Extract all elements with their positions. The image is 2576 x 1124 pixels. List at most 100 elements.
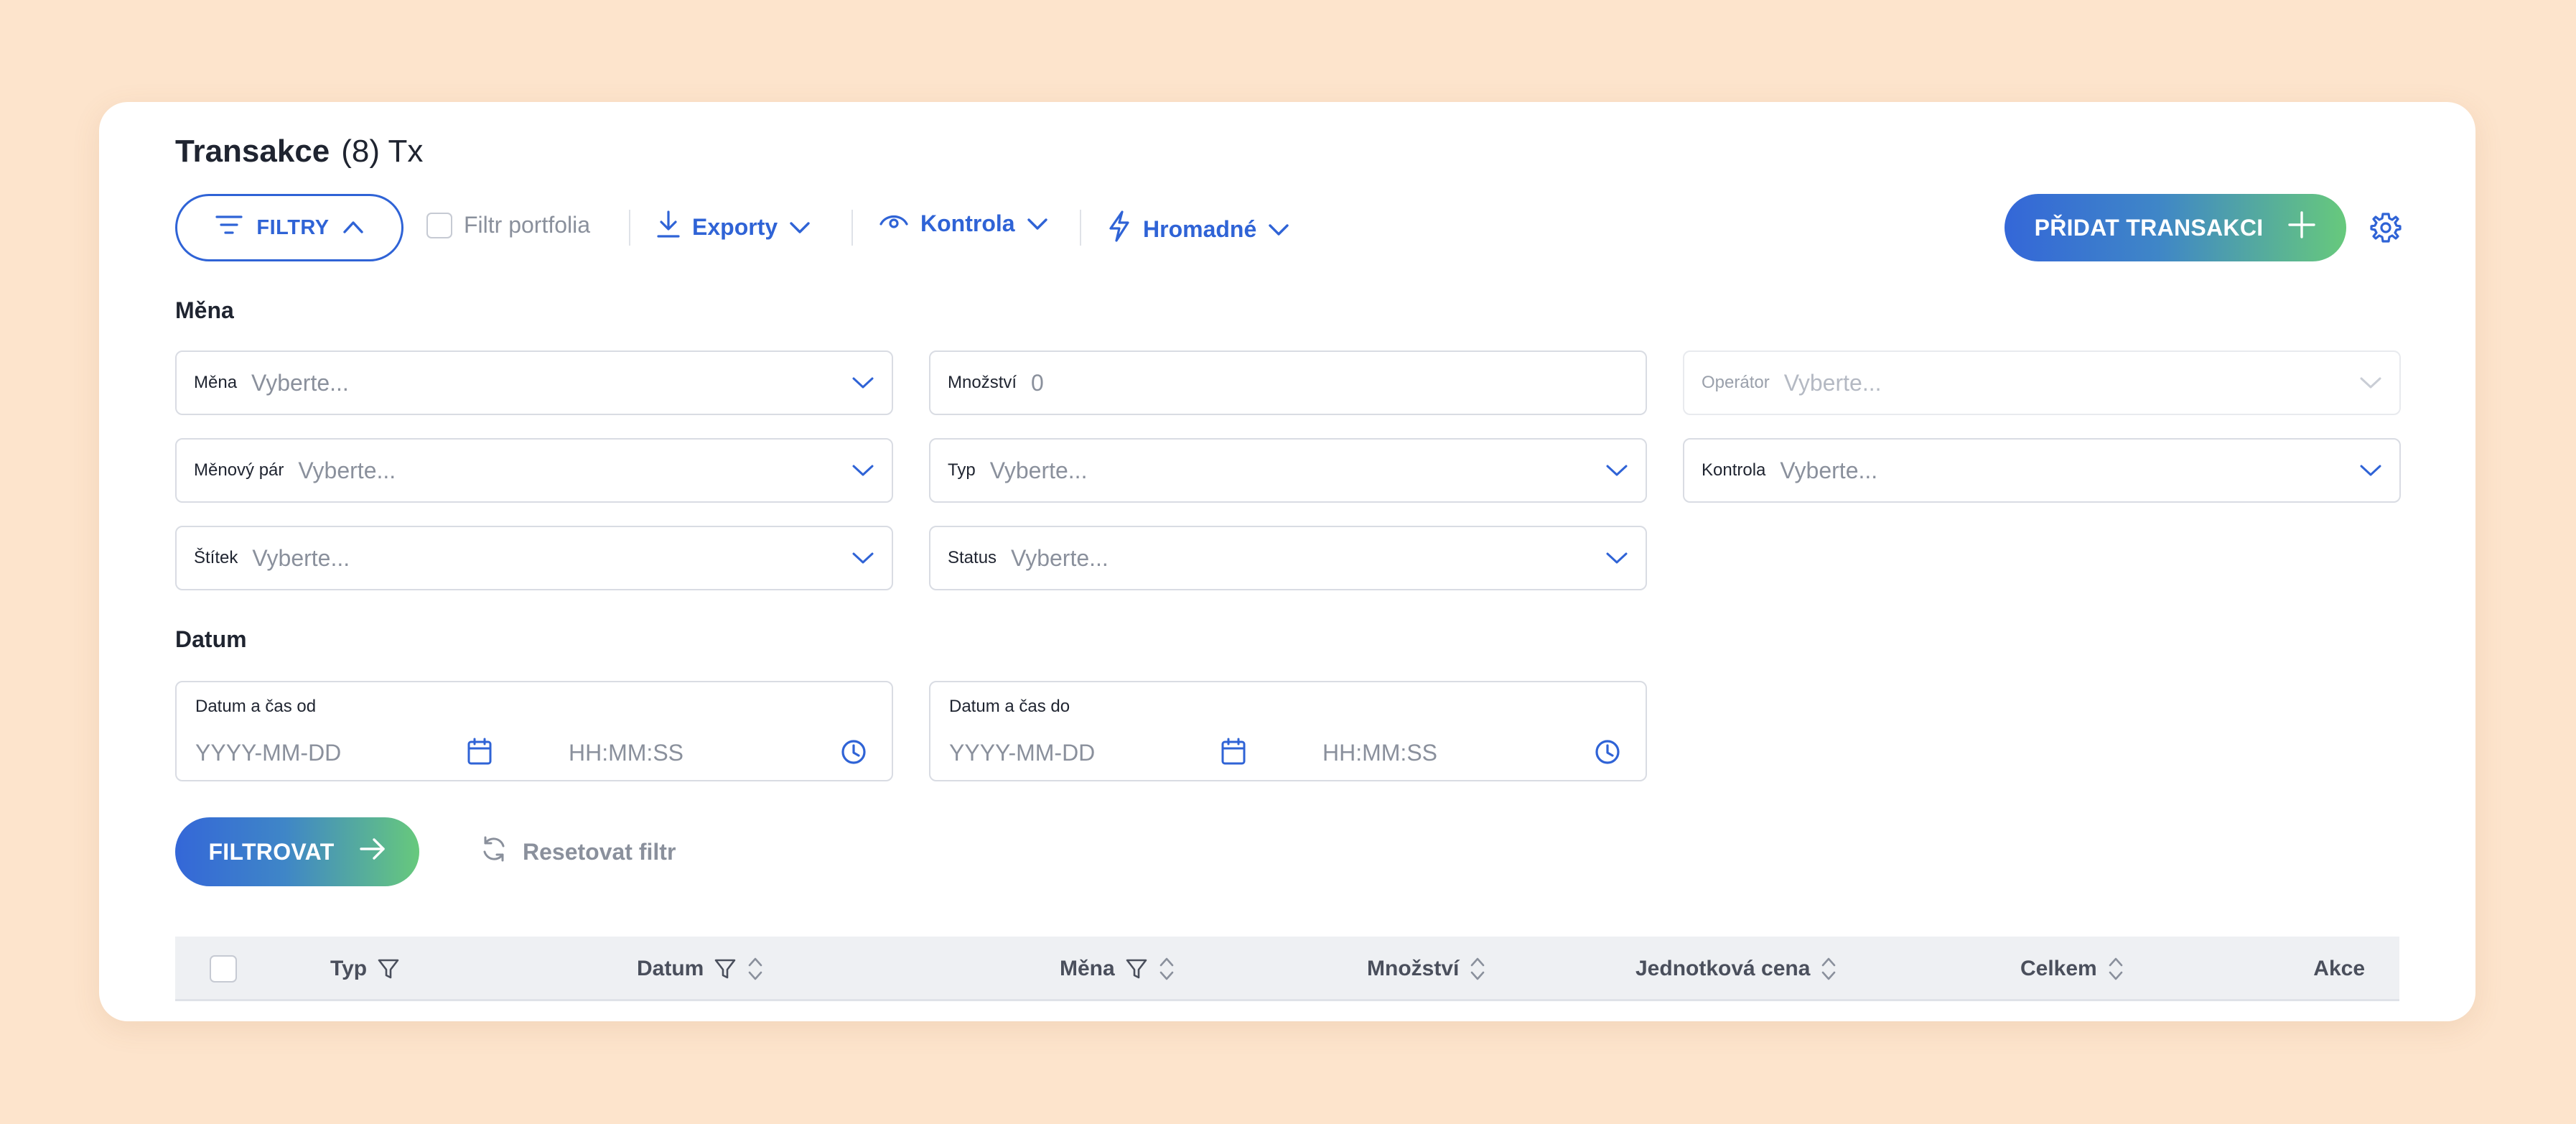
currency-select[interactable]: Měna Vyberte... bbox=[175, 350, 893, 415]
refresh-icon bbox=[480, 835, 508, 869]
column-header-type-label: Typ bbox=[330, 957, 368, 980]
column-header-total[interactable]: Celkem bbox=[2020, 937, 2124, 1001]
tag-select-label: Štítek bbox=[194, 548, 238, 567]
sort-icon[interactable] bbox=[1820, 955, 1837, 983]
reset-filter-label: Resetovat filtr bbox=[523, 838, 676, 865]
control-select[interactable]: Kontrola Vyberte... bbox=[1683, 438, 2401, 503]
chevron-up-icon bbox=[342, 216, 364, 240]
operator-select-label: Operátor bbox=[1702, 373, 1770, 392]
chevron-down-icon bbox=[2360, 465, 2381, 476]
time-from-input[interactable]: HH:MM:SS bbox=[569, 740, 683, 766]
toolbar-divider bbox=[851, 210, 853, 246]
currency-section-title: Měna bbox=[175, 297, 234, 323]
arrow-right-icon bbox=[359, 837, 386, 867]
funnel-icon[interactable] bbox=[377, 957, 400, 980]
filters-label: FILTRY bbox=[256, 215, 330, 239]
portfolio-filter-label: Filtr portfolia bbox=[464, 212, 591, 238]
filter-lines-icon bbox=[215, 213, 243, 242]
column-header-quantity-label: Množství bbox=[1367, 957, 1460, 980]
quantity-input[interactable]: Množství 0 bbox=[929, 350, 1647, 415]
chevron-down-icon bbox=[852, 552, 874, 564]
page-header: Transakce (8) Tx bbox=[175, 134, 423, 169]
datetime-from-field[interactable]: Datum a čas od YYYY-MM-DD HH:MM:SS bbox=[175, 681, 893, 781]
calendar-icon[interactable] bbox=[467, 737, 493, 766]
column-header-type[interactable]: Typ bbox=[330, 937, 400, 1001]
calendar-icon[interactable] bbox=[1221, 737, 1246, 766]
portfolio-filter-checkbox[interactable] bbox=[426, 212, 452, 238]
transaction-count: (8) Tx bbox=[341, 134, 424, 169]
column-header-total-label: Celkem bbox=[2020, 957, 2097, 980]
clock-icon[interactable] bbox=[1594, 738, 1621, 766]
column-header-date[interactable]: Datum bbox=[637, 937, 764, 1001]
operator-select: Operátor Vyberte... bbox=[1683, 350, 2401, 415]
filters-toggle-button[interactable]: FILTRY bbox=[175, 194, 403, 261]
operator-select-placeholder: Vyberte... bbox=[1783, 369, 1882, 396]
exports-label: Exporty bbox=[692, 213, 778, 240]
funnel-icon[interactable] bbox=[1125, 957, 1148, 980]
tag-select-placeholder: Vyberte... bbox=[252, 544, 350, 571]
control-select-label: Kontrola bbox=[1702, 460, 1766, 480]
exports-dropdown[interactable]: Exporty bbox=[656, 210, 811, 244]
chevron-down-icon bbox=[2360, 377, 2381, 389]
chevron-down-icon bbox=[1606, 552, 1628, 564]
chevron-down-icon bbox=[1268, 216, 1289, 243]
plus-icon bbox=[2287, 210, 2316, 245]
datetime-to-field[interactable]: Datum a čas do YYYY-MM-DD HH:MM:SS bbox=[929, 681, 1647, 781]
sort-icon[interactable] bbox=[747, 955, 764, 983]
sort-icon[interactable] bbox=[1158, 955, 1175, 983]
date-from-input[interactable]: YYYY-MM-DD bbox=[195, 740, 341, 766]
currency-pair-select-placeholder: Vyberte... bbox=[298, 457, 396, 483]
clock-icon[interactable] bbox=[840, 738, 867, 766]
status-select-label: Status bbox=[948, 548, 997, 567]
sort-icon[interactable] bbox=[2107, 955, 2124, 983]
currency-pair-select[interactable]: Měnový pár Vyberte... bbox=[175, 438, 893, 503]
toolbar-divider bbox=[1080, 210, 1081, 246]
reset-filter-button[interactable]: Resetovat filtr bbox=[480, 835, 676, 869]
date-section-title: Datum bbox=[175, 626, 247, 652]
column-header-unit-price[interactable]: Jednotková cena bbox=[1635, 937, 1837, 1001]
column-header-unit-price-label: Jednotková cena bbox=[1635, 957, 1811, 980]
type-select[interactable]: Typ Vyberte... bbox=[929, 438, 1647, 503]
currency-pair-select-label: Měnový pár bbox=[194, 460, 284, 480]
filter-submit-label: FILTROVAT bbox=[208, 838, 335, 865]
add-transaction-label: PŘIDAT TRANSAKCI bbox=[2034, 214, 2264, 241]
portfolio-filter[interactable]: Filtr portfolia bbox=[426, 212, 590, 238]
column-header-quantity[interactable]: Množství bbox=[1367, 937, 1486, 1001]
column-header-actions-label: Akce bbox=[2313, 957, 2365, 980]
sort-icon[interactable] bbox=[1469, 955, 1486, 983]
datetime-from-label: Datum a čas od bbox=[195, 697, 317, 716]
chevron-down-icon bbox=[1027, 210, 1048, 237]
datetime-to-label: Datum a čas do bbox=[949, 697, 1070, 716]
control-select-placeholder: Vyberte... bbox=[1780, 457, 1878, 483]
control-label: Kontrola bbox=[920, 210, 1015, 236]
chevron-down-icon bbox=[789, 214, 811, 241]
chevron-down-icon bbox=[852, 465, 874, 476]
control-dropdown[interactable]: Kontrola bbox=[879, 210, 1048, 237]
add-transaction-button[interactable]: PŘIDAT TRANSAKCI bbox=[2005, 194, 2346, 261]
currency-select-label: Měna bbox=[194, 373, 238, 392]
tag-select[interactable]: Štítek Vyberte... bbox=[175, 526, 893, 590]
time-to-input[interactable]: HH:MM:SS bbox=[1322, 740, 1437, 766]
funnel-icon[interactable] bbox=[714, 957, 737, 980]
date-to-input[interactable]: YYYY-MM-DD bbox=[949, 740, 1095, 766]
chevron-down-icon bbox=[852, 377, 874, 389]
currency-select-placeholder: Vyberte... bbox=[251, 369, 349, 396]
bulk-actions-dropdown[interactable]: Hromadné bbox=[1107, 210, 1289, 249]
page-title: Transakce bbox=[175, 134, 330, 169]
column-header-currency[interactable]: Měna bbox=[1060, 937, 1175, 1001]
gear-icon[interactable] bbox=[2369, 211, 2402, 248]
lightning-icon bbox=[1107, 210, 1131, 249]
quantity-input-value: 0 bbox=[1031, 369, 1044, 396]
column-header-currency-label: Měna bbox=[1060, 957, 1115, 980]
status-select[interactable]: Status Vyberte... bbox=[929, 526, 1647, 590]
chevron-down-icon bbox=[1606, 465, 1628, 476]
select-all-checkbox[interactable] bbox=[210, 955, 237, 983]
type-select-placeholder: Vyberte... bbox=[989, 457, 1088, 483]
column-header-date-label: Datum bbox=[637, 957, 704, 980]
filter-submit-button[interactable]: FILTROVAT bbox=[175, 817, 419, 886]
eye-icon bbox=[879, 210, 909, 237]
column-header-actions: Akce bbox=[2313, 937, 2365, 1001]
transactions-card: Transakce (8) Tx FILTRY Filtr portfolia … bbox=[99, 102, 2475, 1021]
quantity-input-label: Množství bbox=[948, 373, 1017, 392]
bulk-label: Hromadné bbox=[1143, 215, 1257, 242]
